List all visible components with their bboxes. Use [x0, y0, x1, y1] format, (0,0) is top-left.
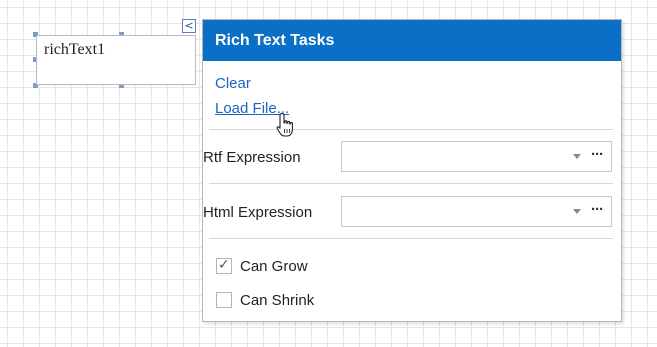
separator — [209, 129, 613, 130]
chevron-down-icon[interactable] — [573, 209, 581, 214]
smart-tag-button[interactable]: < — [182, 19, 196, 33]
rtf-expression-ellipsis-button[interactable]: ··· — [591, 146, 604, 164]
html-expression-ellipsis-button[interactable]: ··· — [591, 201, 604, 219]
chevron-down-icon[interactable] — [573, 154, 581, 159]
chevron-left-icon: < — [184, 19, 194, 32]
separator — [209, 183, 613, 184]
can-grow-checkbox[interactable]: ✓ — [216, 257, 232, 274]
html-expression-label: Html Expression — [203, 204, 313, 221]
can-shrink-label[interactable]: Can Shrink — [240, 292, 314, 309]
rtf-expression-label: Rtf Expression — [203, 149, 301, 166]
hand-pointer-icon — [276, 112, 293, 137]
rtf-expression-combo[interactable]: ··· — [341, 141, 612, 172]
rtf-expression-row: Rtf Expression ··· — [203, 141, 623, 173]
panel-title: Rich Text Tasks — [203, 20, 621, 61]
can-grow-label[interactable]: Can Grow — [240, 258, 308, 275]
control-name: richText1 — [44, 41, 106, 58]
checkmark-icon: ✓ — [218, 257, 230, 273]
html-expression-combo[interactable]: ··· — [341, 196, 612, 227]
can-shrink-checkbox[interactable] — [216, 292, 232, 308]
separator — [209, 238, 613, 239]
rich-text-control[interactable]: richText1 — [36, 35, 196, 85]
html-expression-row: Html Expression ··· — [203, 196, 623, 228]
clear-link[interactable]: Clear — [215, 75, 251, 92]
rich-text-tasks-panel: Rich Text Tasks Clear Load File... Rtf E… — [202, 19, 622, 322]
